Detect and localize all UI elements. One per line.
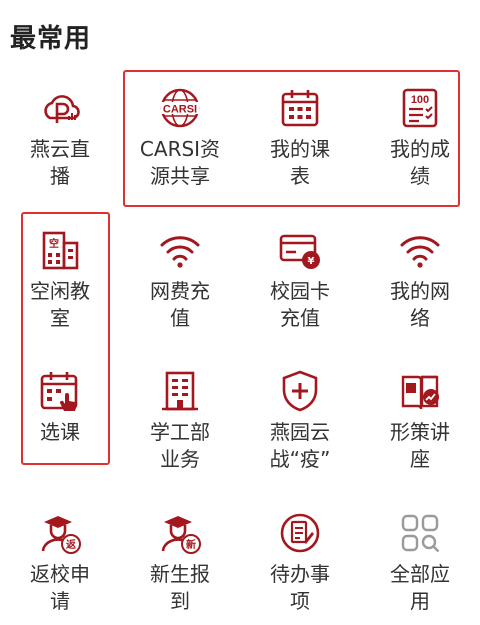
todo-icon — [278, 511, 322, 555]
app-tile[interactable]: 空 空闲教 室 — [0, 212, 120, 342]
calendar-icon — [278, 86, 322, 130]
app-tile[interactable]: 学工部 业务 — [120, 353, 240, 483]
app-tile[interactable]: 新新生报 到 — [120, 495, 240, 625]
app-tile[interactable]: 形策讲 座 — [360, 353, 480, 483]
score-sheet-icon: 100 — [398, 86, 442, 130]
app-label: 返校申 请 — [30, 562, 90, 613]
svg-text:CARSI: CARSI — [163, 104, 197, 116]
cloud-live-icon — [38, 86, 82, 130]
app-label: 校园卡 充值 — [270, 279, 330, 330]
svg-text:返: 返 — [66, 538, 76, 551]
carsi-globe-icon: CARSI — [158, 86, 202, 130]
app-label: 燕云直 播 — [30, 137, 90, 188]
app-tile[interactable]: ¥ 校园卡 充值 — [240, 212, 360, 342]
app-tile[interactable]: 全部应 用 — [360, 495, 480, 625]
svg-text:100: 100 — [411, 94, 429, 106]
new-student-icon: 新 — [158, 511, 202, 555]
app-tile[interactable]: CARSI CARSI资 源共享 — [120, 70, 240, 200]
svg-text:¥: ¥ — [308, 256, 315, 267]
app-label: 全部应 用 — [390, 562, 450, 613]
wifi-icon — [398, 228, 442, 272]
app-tile[interactable]: 我的网 络 — [360, 212, 480, 342]
svg-text:空: 空 — [49, 237, 59, 250]
app-tile[interactable]: 返返校申 请 — [0, 495, 120, 625]
app-label: 学工部 业务 — [150, 420, 210, 471]
return-student-icon: 返 — [38, 511, 82, 555]
lecture-book-icon — [398, 369, 442, 413]
app-tile[interactable]: 网费充 值 — [120, 212, 240, 342]
app-tile[interactable]: 待办事 项 — [240, 495, 360, 625]
app-label: 网费充 值 — [150, 279, 210, 330]
page-title: 最常用 — [10, 24, 92, 54]
svg-text:新: 新 — [186, 538, 196, 551]
app-label: 我的课 表 — [270, 137, 330, 188]
wifi-icon — [158, 228, 202, 272]
app-label: CARSI资 源共享 — [139, 137, 221, 188]
app-label: 我的成 绩 — [390, 137, 450, 188]
building-icon: 空 — [38, 228, 82, 272]
campus-card-icon: ¥ — [278, 228, 322, 272]
app-label: 新生报 到 — [150, 562, 210, 613]
app-label: 燕园云 战“疫” — [269, 420, 331, 471]
app-tile[interactable]: 选课 — [0, 353, 120, 483]
app-tile[interactable]: 燕园云 战“疫” — [240, 353, 360, 483]
app-label: 选课 — [40, 420, 80, 444]
shield-plus-icon — [278, 369, 322, 413]
all-apps-icon — [398, 511, 442, 555]
app-label: 我的网 络 — [390, 279, 450, 330]
app-tile[interactable]: 我的课 表 — [240, 70, 360, 200]
app-label: 待办事 项 — [270, 562, 330, 613]
office-building-icon — [158, 369, 202, 413]
app-label: 空闲教 室 — [30, 279, 90, 330]
app-label: 形策讲 座 — [390, 420, 450, 471]
app-tile[interactable]: 100 我的成 绩 — [360, 70, 480, 200]
app-tile[interactable]: 燕云直 播 — [0, 70, 120, 200]
course-select-icon — [38, 369, 82, 413]
